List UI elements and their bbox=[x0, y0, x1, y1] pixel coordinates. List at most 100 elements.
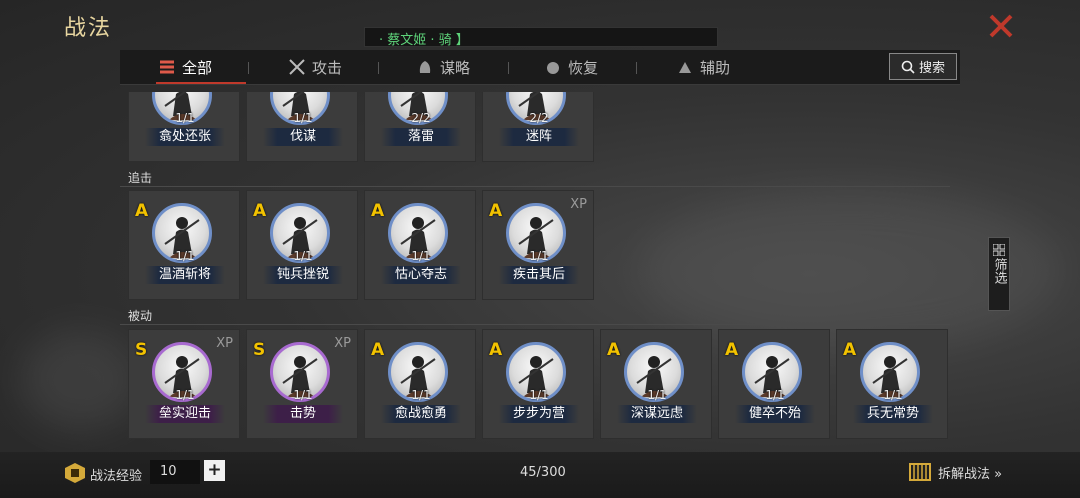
filter-button[interactable]: 筛选 bbox=[988, 237, 1010, 311]
grid-icon bbox=[993, 244, 1005, 256]
divider bbox=[508, 62, 509, 74]
skill-card[interactable]: S XP 1/1 击势 bbox=[246, 329, 358, 439]
skill-count: 1/1 bbox=[293, 388, 313, 402]
filter-label: 筛选 bbox=[991, 258, 1007, 284]
skill-card[interactable]: 1/1 翕处还张 bbox=[128, 92, 240, 162]
skill-count: 2/2 bbox=[411, 111, 431, 125]
hero-bar: · 蔡文姬 · 骑 】 bbox=[364, 27, 718, 48]
xp-badge: XP bbox=[216, 336, 233, 351]
skill-card[interactable]: 1/1 伐谋 bbox=[246, 92, 358, 162]
exp-book-icon bbox=[65, 463, 85, 483]
section-label-passive: 被动 bbox=[128, 309, 153, 323]
skill-name: 健卒不殆 bbox=[735, 405, 815, 423]
skill-count: 1/1 bbox=[765, 388, 785, 402]
bottom-bar: 战法经验 10 + 45/300 拆解战法 » bbox=[0, 452, 1080, 498]
grade-badge: A bbox=[135, 201, 149, 221]
assist-icon bbox=[679, 62, 691, 73]
xp-badge: XP bbox=[570, 197, 587, 212]
skill-count: 1/1 bbox=[529, 388, 549, 402]
section-divider bbox=[120, 186, 950, 187]
skill-card[interactable]: A 1/1 步步为营 bbox=[482, 329, 594, 439]
add-exp-button[interactable]: + bbox=[204, 460, 225, 481]
grade-badge: A bbox=[489, 340, 503, 360]
dismantle-button[interactable]: 拆解战法 » bbox=[908, 460, 1002, 484]
skill-count: 1/1 bbox=[529, 249, 549, 263]
skill-card[interactable]: 2/2 迷阵 bbox=[482, 92, 594, 162]
skill-card[interactable]: A 1/1 深谋远虑 bbox=[600, 329, 712, 439]
tab-label: 全部 bbox=[182, 58, 213, 77]
skill-card[interactable]: A 1/1 温酒斩将 bbox=[128, 190, 240, 300]
skill-name: 伐谋 bbox=[263, 128, 343, 146]
skill-name: 击势 bbox=[263, 405, 343, 423]
grade-badge: A bbox=[843, 340, 857, 360]
skill-count: 1/1 bbox=[175, 388, 195, 402]
skill-name: 愈战愈勇 bbox=[381, 405, 461, 423]
tab-recover[interactable]: 恢复 bbox=[544, 50, 598, 84]
tab-bar: 全部 攻击 谋略 恢复 辅助 bbox=[120, 50, 960, 85]
skill-count: 1/1 bbox=[175, 111, 195, 125]
page-title: 战法 bbox=[64, 16, 113, 41]
strategy-icon bbox=[419, 61, 431, 73]
skill-list: 1/1 翕处还张 1/1 伐谋 2/2 落雷 2/2 迷阵 追击 A 1/1 温… bbox=[120, 92, 960, 452]
skill-card[interactable]: S XP 1/1 垒实迎击 bbox=[128, 329, 240, 439]
all-icon bbox=[160, 60, 174, 74]
skill-count: 1/1 bbox=[293, 111, 313, 125]
section-divider bbox=[120, 324, 950, 325]
skill-name: 翕处还张 bbox=[145, 128, 225, 146]
skill-name: 垒实迎击 bbox=[145, 405, 225, 423]
skill-name: 兵无常势 bbox=[853, 405, 933, 423]
section-label-pursuit: 追击 bbox=[128, 171, 153, 185]
active-tab-indicator bbox=[156, 82, 246, 84]
skill-name: 步步为营 bbox=[499, 405, 579, 423]
close-button[interactable] bbox=[985, 10, 1017, 42]
tab-strategy[interactable]: 谋略 bbox=[416, 50, 470, 84]
grade-badge: A bbox=[607, 340, 621, 360]
skill-count: 1/1 bbox=[293, 249, 313, 263]
skill-count: 1/1 bbox=[411, 388, 431, 402]
skill-capacity: 45/300 bbox=[520, 465, 566, 480]
grade-badge: S bbox=[135, 340, 148, 360]
grade-badge: A bbox=[725, 340, 739, 360]
skill-name: 迷阵 bbox=[499, 128, 579, 146]
grade-badge: A bbox=[371, 201, 385, 221]
skill-card[interactable]: 2/2 落雷 bbox=[364, 92, 476, 162]
skill-name: 深谋远虑 bbox=[617, 405, 697, 423]
grade-badge: A bbox=[489, 201, 503, 221]
exp-value: 10 bbox=[150, 460, 200, 484]
hero-name: · 蔡文姬 · 骑 】 bbox=[379, 33, 469, 48]
divider bbox=[636, 62, 637, 74]
skill-card[interactable]: A 1/1 怙心夺志 bbox=[364, 190, 476, 300]
xp-badge: XP bbox=[334, 336, 351, 351]
skill-name: 钝兵挫锐 bbox=[263, 266, 343, 284]
dismantle-label: 拆解战法 » bbox=[938, 466, 1003, 482]
skill-count: 1/1 bbox=[175, 249, 195, 263]
skill-card[interactable]: A 1/1 兵无常势 bbox=[836, 329, 948, 439]
divider bbox=[378, 62, 379, 74]
skill-count: 2/2 bbox=[529, 111, 549, 125]
tab-label: 攻击 bbox=[312, 58, 343, 77]
skill-card[interactable]: A 1/1 健卒不殆 bbox=[718, 329, 830, 439]
skill-name: 温酒斩将 bbox=[145, 266, 225, 284]
search-button[interactable]: 搜索 bbox=[889, 53, 957, 80]
recover-icon bbox=[547, 62, 559, 74]
search-icon bbox=[901, 60, 915, 74]
tab-assist[interactable]: 辅助 bbox=[676, 50, 730, 84]
tab-attack[interactable]: 攻击 bbox=[288, 50, 342, 84]
skill-count: 1/1 bbox=[647, 388, 667, 402]
skill-card[interactable]: A XP 1/1 疾击其后 bbox=[482, 190, 594, 300]
tab-all[interactable]: 全部 bbox=[158, 50, 212, 84]
skill-name: 疾击其后 bbox=[499, 266, 579, 284]
skill-card[interactable]: A 1/1 愈战愈勇 bbox=[364, 329, 476, 439]
close-icon bbox=[989, 14, 1013, 38]
skill-card[interactable]: A 1/1 钝兵挫锐 bbox=[246, 190, 358, 300]
grade-badge: S bbox=[253, 340, 266, 360]
skill-name: 落雷 bbox=[381, 128, 461, 146]
divider bbox=[248, 62, 249, 74]
skill-count: 1/1 bbox=[883, 388, 903, 402]
scroll-icon bbox=[909, 463, 931, 481]
skill-count: 1/1 bbox=[411, 249, 431, 263]
skill-name: 怙心夺志 bbox=[381, 266, 461, 284]
tab-label: 恢复 bbox=[568, 58, 599, 77]
grade-badge: A bbox=[371, 340, 385, 360]
grade-badge: A bbox=[253, 201, 267, 221]
